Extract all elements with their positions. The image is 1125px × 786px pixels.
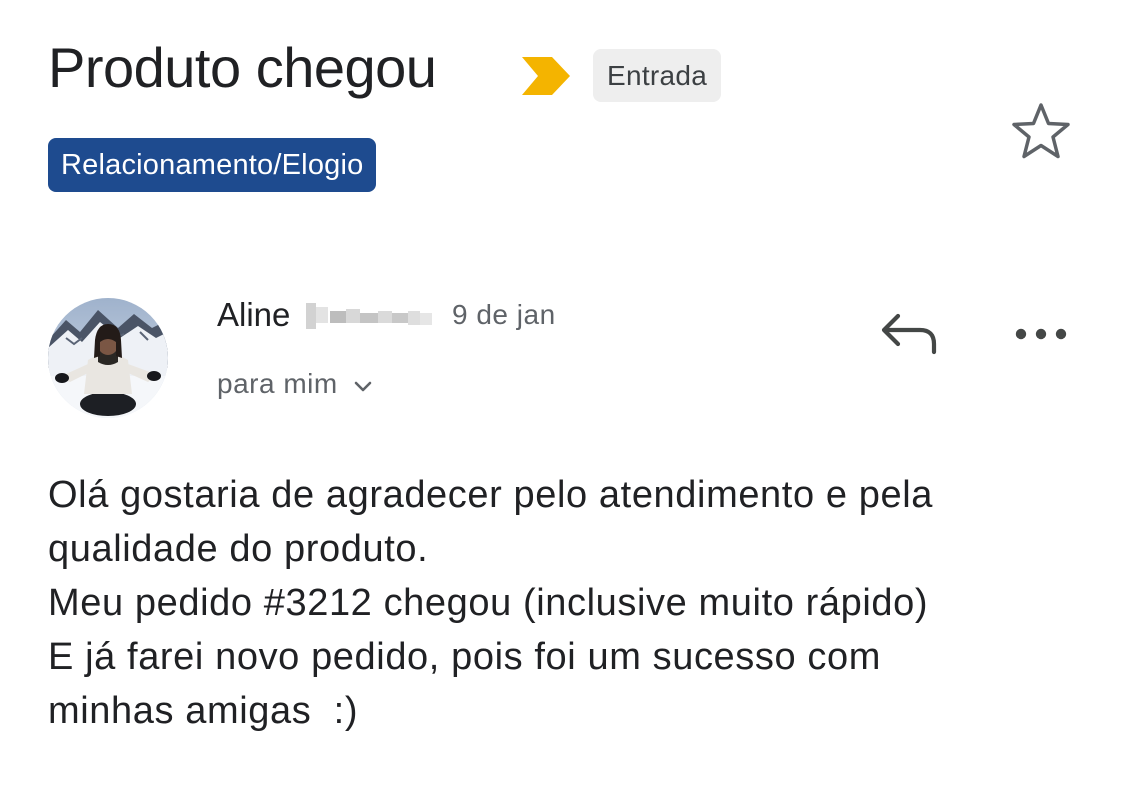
email-body: Olá gostaria de agradecer pelo atendimen…	[48, 468, 1098, 738]
chevron-down-icon	[354, 381, 372, 392]
star-outline-icon[interactable]	[1008, 100, 1074, 162]
avatar-photo	[48, 298, 168, 418]
more-horizontal-icon[interactable]	[1010, 316, 1072, 352]
inbox-label-chip[interactable]: Entrada	[593, 49, 722, 102]
body-line: Olá gostaria de agradecer pelo atendimen…	[48, 474, 933, 516]
body-line: Meu pedido #3212 chegou (inclusive muito…	[48, 582, 929, 624]
recipient-label: para mim	[217, 368, 338, 399]
body-line: E já farei novo pedido, pois foi um suce…	[48, 636, 881, 678]
importance-marker-icon[interactable]	[520, 55, 572, 97]
email-subject: Produto chegou	[48, 36, 437, 99]
custom-label-chip[interactable]: Relacionamento/Elogio	[48, 138, 377, 192]
body-line: qualidade do produto.	[48, 528, 429, 570]
reply-icon[interactable]	[878, 306, 942, 362]
sender-name[interactable]: Aline	[217, 294, 290, 336]
sender-avatar[interactable]	[48, 298, 168, 418]
body-line: minhas amigas :)	[48, 690, 359, 732]
redacted-surname	[306, 303, 432, 329]
recipient-details-toggle[interactable]: para mim	[217, 366, 374, 402]
email-date: 9 de jan	[452, 299, 556, 330]
